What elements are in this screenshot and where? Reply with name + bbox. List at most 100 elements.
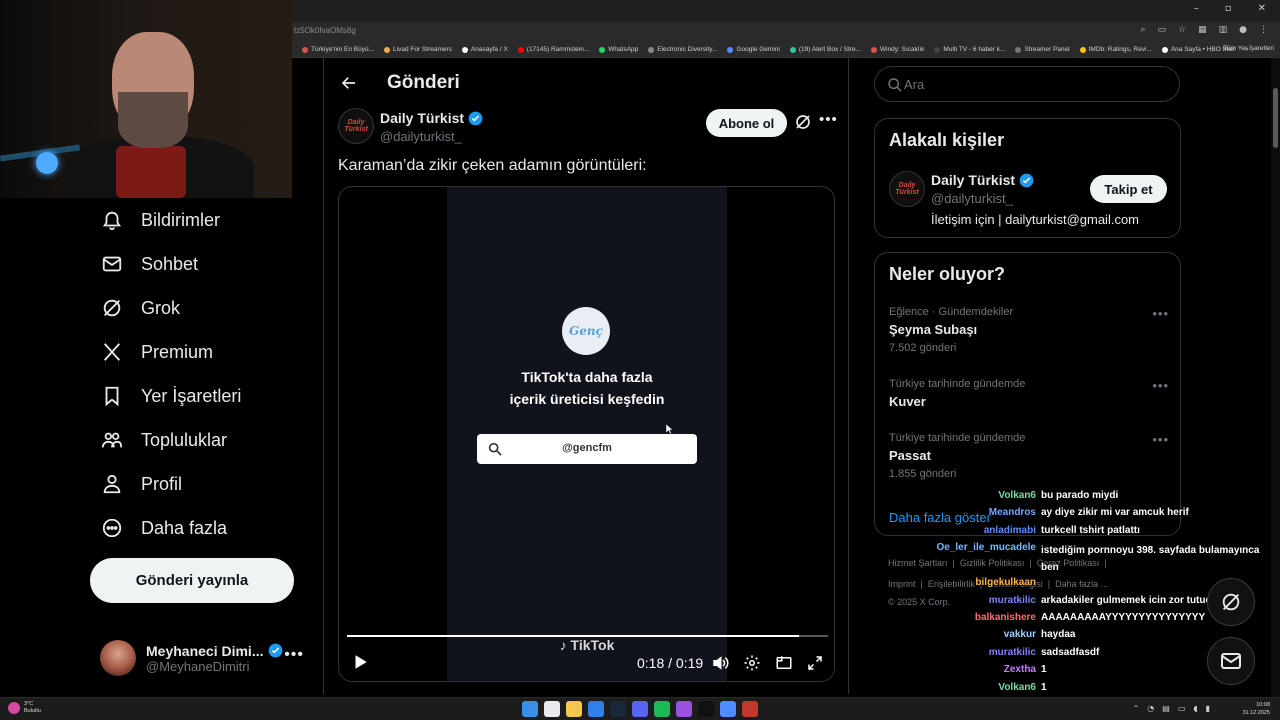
nav-item-grok[interactable]: Grok [90,286,310,330]
related-person-name-row[interactable]: Daily Türkist [931,172,1034,188]
messages-float-button[interactable] [1207,637,1255,685]
search-page-icon[interactable]: ⌕ [1140,25,1145,35]
account-more-icon[interactable]: ••• [284,646,304,664]
chevron-up-icon[interactable]: ⌃ [1133,704,1140,713]
address-bar[interactable]: tz5Ok0IvaOMs8g ⌕ ▭ ☆ ▦ ▥ ● ⋮ [292,22,1280,42]
related-person-avatar[interactable]: Daily Türkist [889,171,925,207]
display-icon[interactable]: ▭ [1178,704,1186,713]
subscribe-button[interactable]: Abone ol [706,109,787,137]
follow-button[interactable]: Takip et [1090,175,1167,203]
taskbar-app-icon[interactable] [566,701,582,717]
bookmark-favicon-icon [1015,46,1022,53]
taskbar-app-icon[interactable] [720,701,736,717]
taskbar-app-icon[interactable] [676,701,692,717]
weather-widget[interactable]: 3°C Bulutlu [8,701,41,715]
taskbar-app-icon[interactable] [544,701,560,717]
bookmark-item[interactable]: Streamer Panel [1015,46,1070,53]
close-window-button[interactable]: ✕ [1258,3,1266,14]
back-arrow-icon[interactable] [338,72,360,94]
fullscreen-icon[interactable] [806,654,824,672]
nav-label: Profil [141,473,183,494]
trend-item[interactable]: Türkiye tarihinde gündemde Passat 1.855 … [889,432,1169,480]
address-bar-icons: ⌕ ▭ ☆ ▦ ▥ ● ⋮ [1140,25,1268,35]
bookmark-item[interactable]: Anasayfa / X [461,46,508,53]
chat-username: Volkan6 [998,681,1036,693]
nav-item-bookmarks[interactable]: Yer İşaretleri [90,374,310,418]
author-name-row[interactable]: Daily Türkist [380,110,483,126]
volume-icon[interactable] [711,654,729,672]
search-input[interactable]: Ara [874,66,1180,102]
sidebar-icon[interactable]: ▥ [1219,25,1228,35]
grok-icon[interactable] [794,113,812,131]
bookmark-item[interactable]: Google Gemini [727,46,780,53]
clock-time: 10:08 [1256,702,1270,708]
speaker-icon[interactable]: ◖ [1193,704,1197,713]
bookmark-item[interactable]: Electronic Diversity... [648,46,717,53]
trend-more-icon[interactable]: ••• [1152,432,1169,447]
bookmark-item[interactable]: WhatsApp [599,46,638,53]
settings-gear-icon[interactable] [743,654,761,672]
bookmark-item[interactable]: Livad For Streamers [384,46,452,53]
grok-float-button[interactable] [1207,578,1255,626]
bookmark-item[interactable]: (19) Alert Box / Stre... [789,46,861,53]
url-text[interactable]: tz5Ok0IvaOMs8g [294,26,356,35]
trend-item[interactable]: Eğlence · Gündemdekiler Şeyma Subaşı 7.5… [889,306,1169,354]
bookmark-item[interactable]: IMDb: Ratings, Revi... [1079,46,1152,53]
video-progress-bar[interactable] [347,635,828,637]
profile-icon[interactable]: ● [1239,25,1247,35]
bookmark-label: (19) Alert Box / Stre... [798,46,861,53]
scrollbar-thumb[interactable] [1273,88,1278,148]
related-person-handle[interactable]: @dailyturkist_ [931,191,1013,206]
battery-icon[interactable]: ▮ [1206,704,1210,713]
browser-menu-icon[interactable]: ⋮ [1259,25,1268,35]
account-switcher[interactable]: Meyhaneci Dimi... @MeyhaneDimitri ••• [100,634,310,682]
taskbar-app-icon[interactable] [742,701,758,717]
nav-item-more[interactable]: Daha fazla [90,506,310,550]
nav-item-profile[interactable]: Profil [90,462,310,506]
video-player[interactable]: Genç TikTok'ta daha fazla içerik üretici… [338,186,835,682]
taskbar-app-icon[interactable] [522,701,538,717]
bookmark-item[interactable]: Türkiye'nin En Büyü... [302,46,374,53]
trend-item[interactable]: Türkiye tarihinde gündemde Kuver ••• [889,378,1169,409]
x-logo-icon [100,340,124,364]
bookmark-label: Windy: Sıcaklık [879,46,925,53]
taskbar-app-icon[interactable] [698,701,714,717]
language-icon[interactable]: ▤ [1162,704,1170,713]
extensions-icon[interactable]: ▦ [1198,25,1207,35]
bookmark-item[interactable]: Windy: Sıcaklık [870,46,925,53]
star-icon[interactable]: ☆ [1178,25,1186,35]
author-name[interactable]: Daily Türkist [380,110,464,126]
taskbar-app-icon[interactable] [654,701,670,717]
creator-logo: Genç [562,307,610,355]
trend-category: Türkiye tarihinde gündemde [889,378,1026,390]
nav-item-notifications[interactable]: Bildirimler [90,198,310,242]
account-name: Meyhaneci Dimi... [146,642,264,659]
picture-in-picture-icon[interactable] [775,654,793,672]
taskbar-clock[interactable]: 10:08 31.12.2025 [1242,701,1270,717]
nav-label: Grok [141,297,181,318]
network-icon[interactable]: ◔ [1147,704,1154,713]
play-icon[interactable] [351,653,369,671]
cast-icon[interactable]: ▭ [1158,25,1167,35]
maximize-button[interactable]: ▫ [1225,3,1232,14]
post-button[interactable]: Gönderi yayınla [90,558,294,603]
bookmark-item[interactable]: (17145) Rammstein... [517,46,589,53]
all-bookmarks-button[interactable]: Tüm Yer İşaretleri [1223,45,1274,52]
taskbar-app-icon[interactable] [588,701,604,717]
post-more-icon[interactable]: ••• [819,111,838,128]
related-person-name[interactable]: Daily Türkist [931,172,1015,188]
minimize-button[interactable]: – [1194,3,1199,14]
nav-item-chat[interactable]: Sohbet [90,242,310,286]
trend-more-icon[interactable]: ••• [1152,306,1169,321]
author-avatar[interactable]: Daily Türkist [338,108,374,144]
trend-more-icon[interactable]: ••• [1152,378,1169,393]
post-author-row: Daily Türkist Daily Türkist @dailyturkis… [338,108,838,148]
author-handle[interactable]: @dailyturkist_ [380,129,462,144]
nav-item-communities[interactable]: Topluluklar [90,418,310,462]
bookmark-favicon-icon [517,46,524,53]
page-scrollbar[interactable] [1271,58,1280,700]
taskbar-app-icon[interactable] [610,701,626,717]
bookmark-item[interactable]: Multi TV - 6 haber k... [934,46,1005,53]
nav-item-premium[interactable]: Premium [90,330,310,374]
taskbar-app-icon[interactable] [632,701,648,717]
